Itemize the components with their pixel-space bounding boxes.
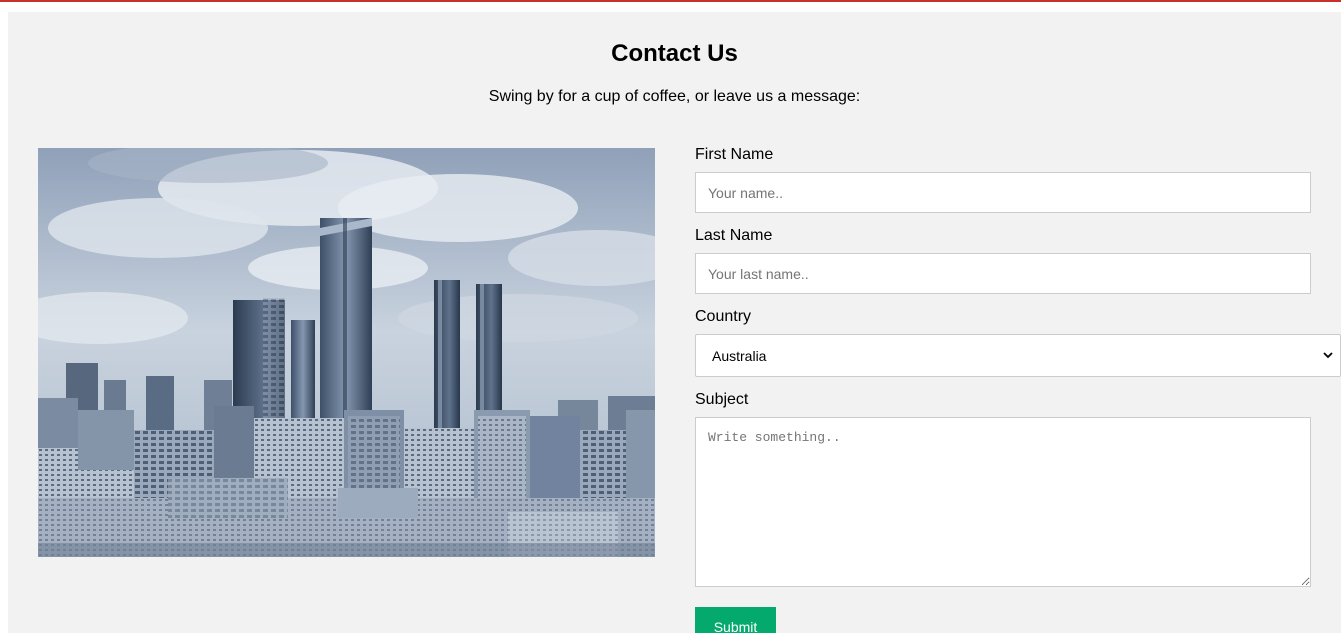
country-selected-value: Australia	[712, 348, 767, 364]
last-name-input[interactable]	[695, 253, 1311, 294]
first-name-label: First Name	[695, 146, 774, 163]
contact-section: Contact Us Swing by for a cup of coffee,…	[8, 12, 1341, 633]
country-label: Country	[695, 308, 752, 325]
chevron-down-icon	[1323, 352, 1333, 359]
page-subtitle: Swing by for a cup of coffee, or leave u…	[488, 88, 861, 105]
page-title: Contact Us	[611, 40, 738, 67]
subject-label: Subject	[695, 391, 749, 408]
last-name-label: Last Name	[695, 227, 773, 244]
top-accent-rule	[0, 0, 1341, 2]
first-name-input[interactable]	[695, 172, 1311, 213]
country-select[interactable]: Australia	[695, 334, 1341, 377]
submit-button[interactable]: Submit	[695, 607, 776, 633]
subject-textarea[interactable]	[695, 417, 1311, 587]
city-skyline-image	[38, 148, 655, 557]
